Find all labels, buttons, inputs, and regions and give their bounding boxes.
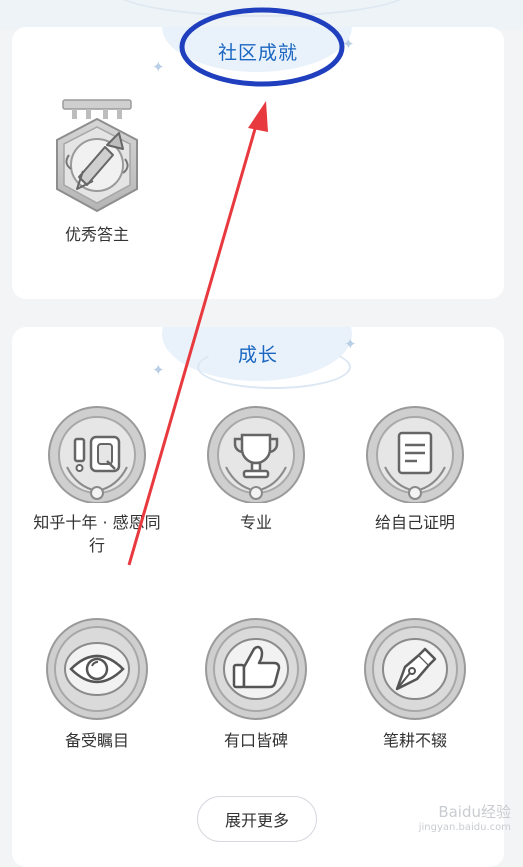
badge-label: 备受瞩目 (64, 731, 129, 750)
watermark-url: jingyan.baidu.com (418, 822, 511, 833)
badge-label: 专业 (239, 513, 272, 532)
badge-excellent-answerer[interactable]: 优秀答主 (22, 97, 172, 246)
badge-label: 笔耕不辍 (382, 731, 447, 750)
badge-ten-years[interactable]: 知乎十年 · 感恩同行 (22, 405, 172, 557)
badge-diligent-writer[interactable]: 笔耕不辍 (340, 617, 490, 752)
badge-prove-yourself[interactable]: 给自己证明 (340, 405, 490, 534)
eye-icon (46, 618, 148, 720)
fountain-pen-icon (364, 618, 466, 720)
community-achievements-card: ✦ ✦ 社区成就 优秀答主 (12, 27, 504, 299)
badge-word-of-mouth[interactable]: 有口皆碑 (181, 617, 331, 752)
badge-professional[interactable]: 专业 (181, 405, 331, 534)
badge-in-spotlight[interactable]: 备受瞩目 (22, 617, 172, 752)
watermark-brand: Baidu经验 (438, 803, 511, 821)
badge-label: 有口皆碑 (223, 731, 288, 750)
section-title: 社区成就 (217, 42, 298, 64)
growth-card: ✦ ✦ 成长 知乎十年 · 感恩同行 专业 给自己证明 备受瞩目 有口皆碑 笔耕… (12, 327, 504, 867)
thumbs-up-icon (205, 618, 307, 720)
section-title: 成长 (237, 344, 278, 366)
badge-label: 优秀答主 (64, 225, 129, 244)
pen-medal-icon (56, 99, 138, 213)
badge-label: 知乎十年 · 感恩同行 (33, 513, 161, 555)
expand-more-button[interactable]: 展开更多 (197, 796, 317, 842)
watermark: Baidu经验 jingyan.baidu.com (419, 804, 511, 836)
trophy-icon (207, 406, 305, 503)
document-icon (366, 406, 464, 503)
badge-label: 给自己证明 (374, 513, 455, 532)
header-decoration (0, 0, 523, 30)
ten-years-icon (48, 406, 146, 503)
